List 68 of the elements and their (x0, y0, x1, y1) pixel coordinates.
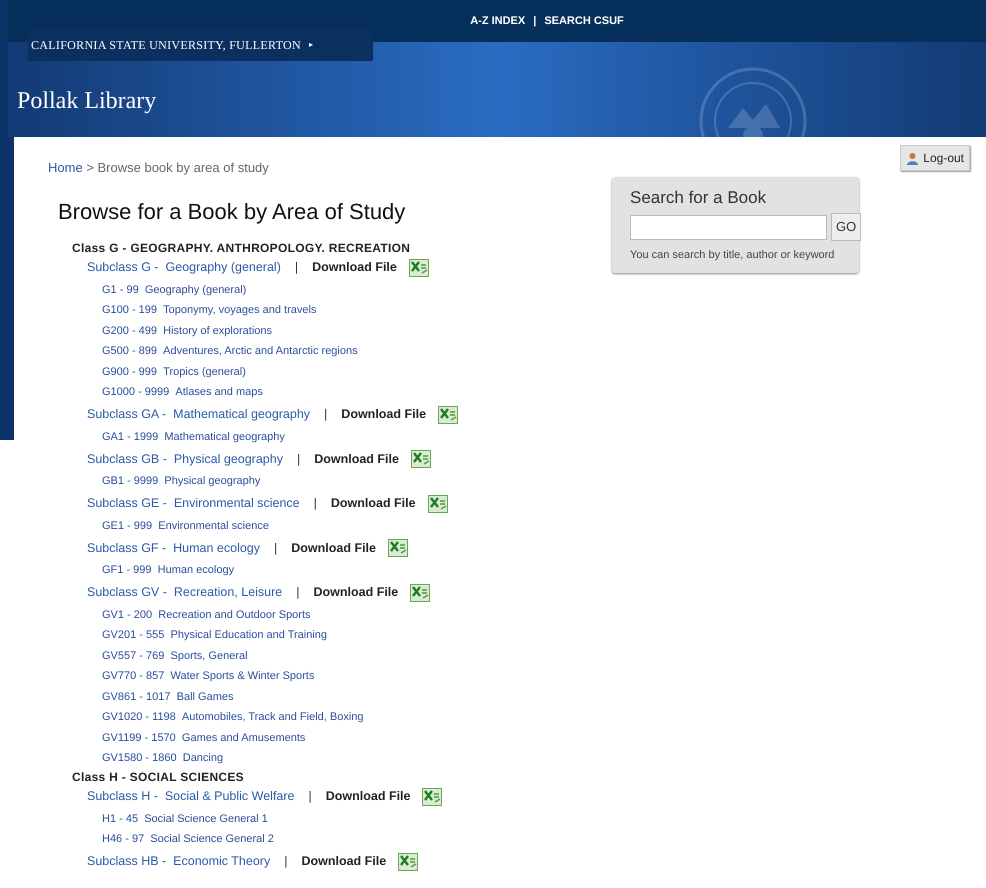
search-field[interactable] (630, 214, 827, 240)
download-link[interactable]: Download File (312, 258, 397, 277)
spreadsheet-icon[interactable] (398, 852, 418, 870)
subclass-link[interactable]: Subclass GB - Physical geography (87, 450, 283, 468)
search-title: Search for a Book (630, 187, 768, 209)
range-link[interactable]: GA1 - 1999 Mathematical geography (102, 426, 285, 447)
range-link[interactable]: H1 - 45 Social Science General 1 (102, 808, 268, 829)
subclass-link[interactable]: Subclass H - Social & Public Welfare (87, 787, 294, 806)
page-heading: Browse for a Book by Area of Study (58, 198, 406, 226)
university-link[interactable]: CALIFORNIA STATE UNIVERSITY, FULLERTON ▸ (28, 28, 373, 61)
link-separator: | (284, 853, 288, 870)
subclass-link[interactable]: Subclass GA - Mathematical geography (87, 405, 310, 424)
range-link[interactable]: G1 - 99 Geography (general) (102, 280, 246, 300)
subclass-link[interactable]: Subclass GE - Environmental science (87, 494, 300, 513)
spreadsheet-icon[interactable] (438, 406, 458, 424)
range-link[interactable]: GV861 - 1017 Ball Games (102, 686, 234, 707)
link-separator: | (274, 540, 278, 557)
range-link[interactable]: GV1580 - 1860 Dancing (102, 748, 224, 768)
subclass-link[interactable]: Subclass GV - Recreation, Leisure (87, 583, 282, 602)
download-link[interactable]: Download File (326, 787, 410, 806)
subclass-link[interactable]: Subclass G - Geography (general) (87, 258, 281, 277)
go-button[interactable]: GO (831, 212, 862, 240)
download-link[interactable]: Download File (341, 405, 426, 424)
spreadsheet-icon[interactable] (388, 539, 408, 557)
top-link[interactable]: SEARCH CSUF (544, 12, 624, 30)
spreadsheet-icon[interactable] (422, 788, 442, 806)
download-link[interactable]: Download File (301, 852, 386, 871)
home-link[interactable]: Home (48, 160, 83, 175)
range-link[interactable]: GV557 - 769 Sports, General (102, 646, 248, 666)
range-link[interactable]: G1000 - 9999 Atlases and maps (102, 382, 263, 402)
link-separator: | (314, 495, 317, 512)
spreadsheet-icon[interactable] (428, 494, 448, 512)
range-link[interactable]: GB1 - 9999 Physical geography (102, 471, 260, 492)
class-heading: Class H - SOCIAL SCIENCES (72, 768, 244, 784)
link-separator: | (294, 259, 298, 276)
range-link[interactable]: GE1 - 999 Environmental science (102, 516, 269, 536)
link-separator: | (533, 14, 536, 29)
spreadsheet-icon[interactable] (410, 584, 430, 602)
link-separator: | (296, 584, 300, 602)
site-title: Pollak Library (17, 87, 156, 116)
link-separator: | (296, 450, 300, 468)
range-link[interactable]: G100 - 199 Toponymy, voyages and travels (102, 300, 316, 320)
spreadsheet-icon[interactable] (410, 450, 431, 468)
range-link[interactable]: G200 - 499 History of explorations (102, 320, 272, 341)
link-separator: | (324, 406, 328, 424)
subclass-link[interactable]: Subclass GF - Human ecology (87, 538, 260, 558)
breadcrumb-current: > Browse book by area of study (86, 160, 269, 175)
download-link[interactable]: Download File (314, 450, 399, 468)
range-link[interactable]: GV1020 - 1198 Automobiles, Track and Field, Boxing (102, 707, 364, 728)
range-link[interactable]: GV1199 - 1570 Games and Amusements (102, 728, 306, 748)
link-separator: | (308, 788, 312, 806)
range-link[interactable]: G500 - 899 Adventures, Arctic and Antarctic regions (102, 341, 358, 362)
range-link[interactable]: GF1 - 999 Human ecology (102, 560, 234, 580)
spreadsheet-icon[interactable] (408, 258, 429, 276)
download-link[interactable]: Download File (291, 538, 376, 558)
range-link[interactable]: GV1 - 200 Recreation and Outdoor Sports (102, 604, 311, 625)
range-link[interactable]: GV770 - 857 Water Sports & Winter Sports (102, 666, 314, 686)
logout-button[interactable]: Log-out (900, 145, 970, 171)
user-icon (906, 152, 920, 164)
range-link[interactable]: H46 - 97 Social Science General 2 (102, 829, 274, 850)
download-link[interactable]: Download File (314, 583, 398, 602)
class-heading: Class G - GEOGRAPHY. ANTHROPOLOGY. RECREATION (72, 240, 410, 256)
range-link[interactable]: G900 - 999 Tropics (general) (102, 362, 246, 382)
search-hint: You can search by title, author or keyword (630, 248, 836, 262)
top-link[interactable]: A-Z INDEX (470, 12, 526, 30)
subclass-link[interactable]: Subclass HB - Economic Theory (87, 852, 270, 871)
download-link[interactable]: Download File (330, 494, 416, 513)
range-link[interactable]: GV201 - 555 Physical Education and Training (102, 625, 328, 646)
